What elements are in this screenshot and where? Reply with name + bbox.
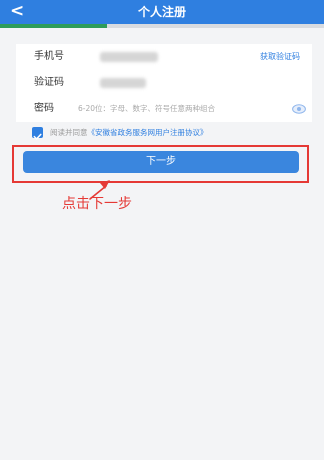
agreement-link[interactable]: 《安徽省政务服务网用户注册协议》 — [88, 128, 208, 137]
agree-checkbox[interactable] — [32, 127, 43, 140]
page-title: 个人注册 — [137, 5, 186, 19]
phone-field[interactable] — [100, 52, 158, 62]
eye-icon[interactable] — [292, 104, 306, 114]
agreement-prefix: 阅读并同意 — [50, 128, 88, 137]
phone-row: 手机号 获取验证码 — [16, 44, 312, 70]
password-field[interactable]: 6-20位：字母、数字、符号任意两种组合 — [78, 96, 215, 122]
password-row: 密码 6-20位：字母、数字、符号任意两种组合 — [16, 96, 312, 122]
step-progress-fill — [0, 24, 107, 28]
agreement-text: 阅读并同意《安徽省政务服务网用户注册协议》 — [50, 126, 208, 140]
password-label: 密码 — [34, 103, 54, 114]
get-code-link[interactable]: 获取验证码 — [260, 44, 300, 70]
code-field[interactable] — [100, 78, 146, 88]
registration-form: 手机号 获取验证码 验证码 密码 6-20位：字母、数字、符号任意两种组合 — [16, 44, 312, 122]
header: < 个人注册 — [0, 0, 324, 24]
annotation-text: 点击下一步 — [62, 196, 132, 212]
code-label: 验证码 — [34, 77, 64, 88]
step-progress — [0, 24, 324, 28]
next-step-button[interactable]: 下一步 — [23, 151, 299, 173]
code-row: 验证码 — [16, 70, 312, 96]
phone-label: 手机号 — [34, 51, 64, 62]
check-icon — [33, 133, 42, 140]
